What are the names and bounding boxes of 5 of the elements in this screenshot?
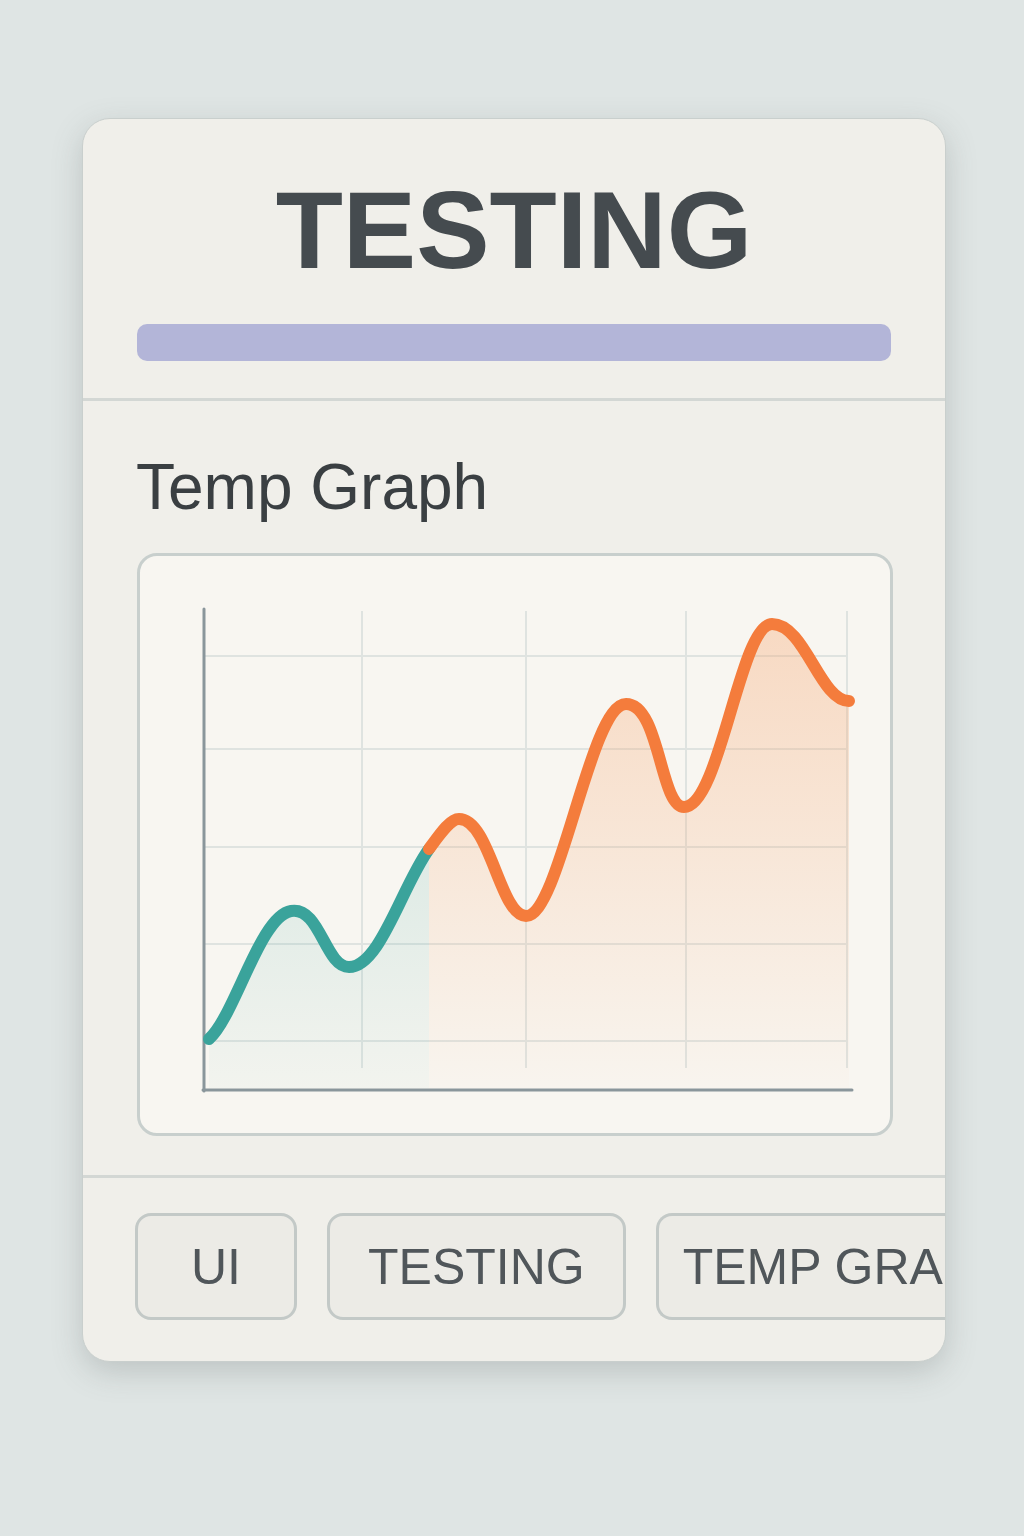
section-heading: Temp Graph — [136, 451, 489, 523]
tag-button[interactable]: UI — [135, 1213, 297, 1320]
tag-button[interactable]: TESTING — [327, 1213, 626, 1320]
card-title: TESTING — [275, 175, 753, 285]
tag-button[interactable]: TEMP GRA — [655, 1213, 945, 1320]
